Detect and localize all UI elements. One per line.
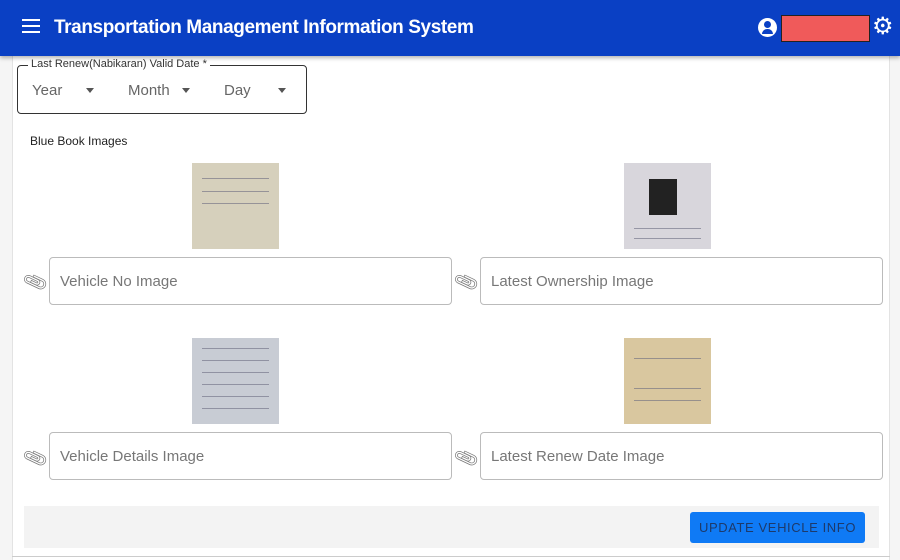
account-circle-icon[interactable] [758,18,777,37]
vehicle-details-image-input[interactable]: Vehicle Details Image [49,432,452,480]
day-select[interactable]: Day [224,82,294,99]
year-select[interactable]: Year [32,82,102,99]
renew-date-image-input[interactable]: Latest Renew Date Image [480,432,883,480]
vehicle-no-image-preview[interactable] [192,163,279,249]
month-select[interactable]: Month [128,82,198,99]
hamburger-icon[interactable] [22,19,40,33]
day-label: Day [224,82,251,99]
renew-date-label: Last Renew(Nabikaran) Valid Date * [28,58,210,70]
form-card [12,56,890,560]
vehicle-no-image-input[interactable]: Vehicle No Image [49,257,452,305]
ownership-image-preview[interactable] [624,163,711,249]
photo-portrait [649,179,677,215]
renew-date-image-preview[interactable] [624,338,711,424]
gear-icon[interactable]: ⚙ [872,14,894,40]
chevron-down-icon [86,88,94,93]
update-vehicle-info-button[interactable]: UPDATE VEHICLE INFO [690,512,865,543]
month-label: Month [128,82,170,99]
renew-date-group: Last Renew(Nabikaran) Valid Date * Year … [17,58,307,114]
chevron-down-icon [182,88,190,93]
ownership-image-input[interactable]: Latest Ownership Image [480,257,883,305]
section-title: Blue Book Images [30,134,128,148]
redacted-username [781,15,870,42]
year-label: Year [32,82,63,99]
vehicle-details-image-preview[interactable] [192,338,279,424]
app-title: Transportation Management Information Sy… [54,17,474,38]
chevron-down-icon [278,88,286,93]
divider [12,556,890,557]
top-app-bar: Transportation Management Information Sy… [0,0,900,56]
